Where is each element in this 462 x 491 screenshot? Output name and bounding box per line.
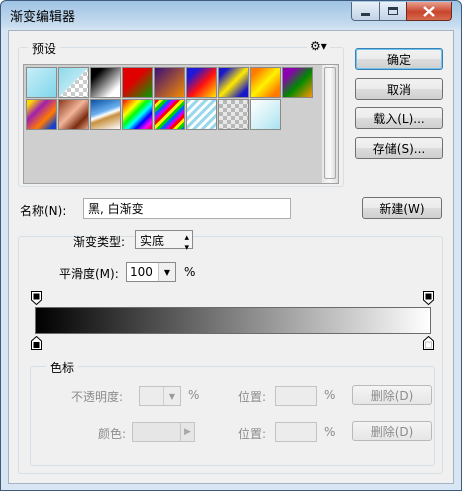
- opacity-location-label: 位置:: [238, 390, 267, 404]
- presets-label: 预设: [28, 40, 61, 57]
- updown-arrow-icon: ▴ ▾: [184, 233, 189, 253]
- name-label: 名称(N):: [20, 204, 67, 218]
- smoothness-field[interactable]: 100 ▼: [126, 262, 176, 282]
- color-picker-arrow-icon[interactable]: ▶: [180, 423, 194, 441]
- window-title: 渐变编辑器: [10, 10, 76, 25]
- maximize-icon: [388, 7, 398, 15]
- preset-swatch-transparent-rainbow[interactable]: [154, 99, 185, 130]
- smoothness-value[interactable]: 100: [130, 265, 153, 279]
- opacity-dropdown-icon[interactable]: ▼: [163, 387, 180, 405]
- minimize-icon: [361, 13, 370, 16]
- scrollbar-thumb[interactable]: [324, 67, 336, 179]
- color-location-field[interactable]: [275, 422, 317, 442]
- preset-swatch-red-green[interactable]: [122, 67, 153, 98]
- preset-swatch-foreground-transparent[interactable]: [58, 67, 89, 98]
- gradient-editor-window: 渐变编辑器 预设 ⚙▾ 确定 取消 载入(L)... 存储(S)... 名称(N…: [0, 0, 462, 491]
- close-button[interactable]: [406, 2, 452, 21]
- color-label: 颜色:: [98, 427, 127, 441]
- new-button[interactable]: 新建(W): [362, 197, 442, 219]
- gradient-type-label: 渐变类型:: [73, 235, 126, 249]
- vertical-scrollbar[interactable]: [322, 65, 338, 183]
- color-swatch-field[interactable]: ▶: [132, 422, 195, 442]
- opacity-stop-left[interactable]: [31, 291, 42, 305]
- preset-swatch-spectrum[interactable]: [122, 99, 153, 130]
- preset-swatch-white-cyan[interactable]: [250, 99, 281, 130]
- preset-swatch-checker-transparent[interactable]: [218, 99, 249, 130]
- ok-button[interactable]: 确定: [355, 48, 443, 70]
- gradient-type-select[interactable]: 实底 ▴ ▾: [135, 230, 193, 253]
- maximize-button[interactable]: [379, 2, 407, 21]
- minimize-button[interactable]: [351, 2, 380, 21]
- color-stops-label: 色标: [46, 359, 79, 376]
- dialog-body: 预设 ⚙▾ 确定 取消 载入(L)... 存储(S)... 名称(N): 新建(…: [8, 30, 454, 484]
- gradient-type-value: 实底: [140, 234, 165, 248]
- preset-swatch-orange-yellow-orange[interactable]: [250, 67, 281, 98]
- preset-swatch-copper[interactable]: [58, 99, 89, 130]
- close-icon: [423, 5, 435, 17]
- preset-swatch-blue-yellow-blue[interactable]: [218, 67, 249, 98]
- color-stop-left[interactable]: [31, 336, 42, 350]
- presets-group: 预设 ⚙▾: [18, 39, 344, 187]
- preset-swatch-violet-green-orange[interactable]: [282, 67, 313, 98]
- opacity-unit: %: [188, 388, 200, 402]
- color-location-label: 位置:: [238, 427, 267, 441]
- opacity-stop-right[interactable]: [423, 291, 434, 305]
- preset-swatch-transparent-stripes[interactable]: [186, 99, 217, 130]
- preset-swatch-list[interactable]: [23, 64, 339, 184]
- opacity-field[interactable]: ▼: [139, 386, 181, 406]
- delete-opacity-stop-button[interactable]: 删除(D): [352, 385, 432, 405]
- preset-swatch-foreground-background[interactable]: [26, 67, 57, 98]
- smoothness-dropdown-icon[interactable]: ▼: [158, 263, 175, 281]
- opacity-label: 不透明度:: [71, 390, 124, 404]
- preset-swatch-black-white[interactable]: [90, 67, 121, 98]
- gradient-preview-bar[interactable]: [35, 307, 431, 334]
- delete-color-stop-button[interactable]: 删除(D): [352, 421, 432, 441]
- save-button[interactable]: 存储(S)...: [355, 137, 443, 159]
- preset-swatch-chrome[interactable]: [90, 99, 121, 130]
- name-input[interactable]: [83, 198, 291, 219]
- title-bar[interactable]: 渐变编辑器: [1, 1, 461, 29]
- preset-swatch-violet-orange[interactable]: [154, 67, 185, 98]
- preset-swatch-blue-red-yellow[interactable]: [186, 67, 217, 98]
- preset-swatch-yellow-violet-orange-blue[interactable]: [26, 99, 57, 130]
- cancel-button[interactable]: 取消: [355, 78, 443, 100]
- smoothness-unit: %: [184, 265, 196, 279]
- color-location-unit: %: [324, 425, 336, 439]
- settings-gear-icon[interactable]: ⚙▾: [307, 39, 330, 53]
- preset-swatches: [26, 67, 316, 131]
- color-stops-group: 色标 不透明度: ▼ % 位置: % 删除(D) 颜色: ▶ 位置: % 删除(…: [30, 359, 435, 466]
- smoothness-label: 平滑度(M):: [59, 267, 119, 281]
- opacity-location-unit: %: [324, 388, 336, 402]
- load-button[interactable]: 载入(L)...: [355, 107, 443, 129]
- opacity-location-field[interactable]: [275, 386, 317, 406]
- color-stop-right[interactable]: [423, 336, 434, 350]
